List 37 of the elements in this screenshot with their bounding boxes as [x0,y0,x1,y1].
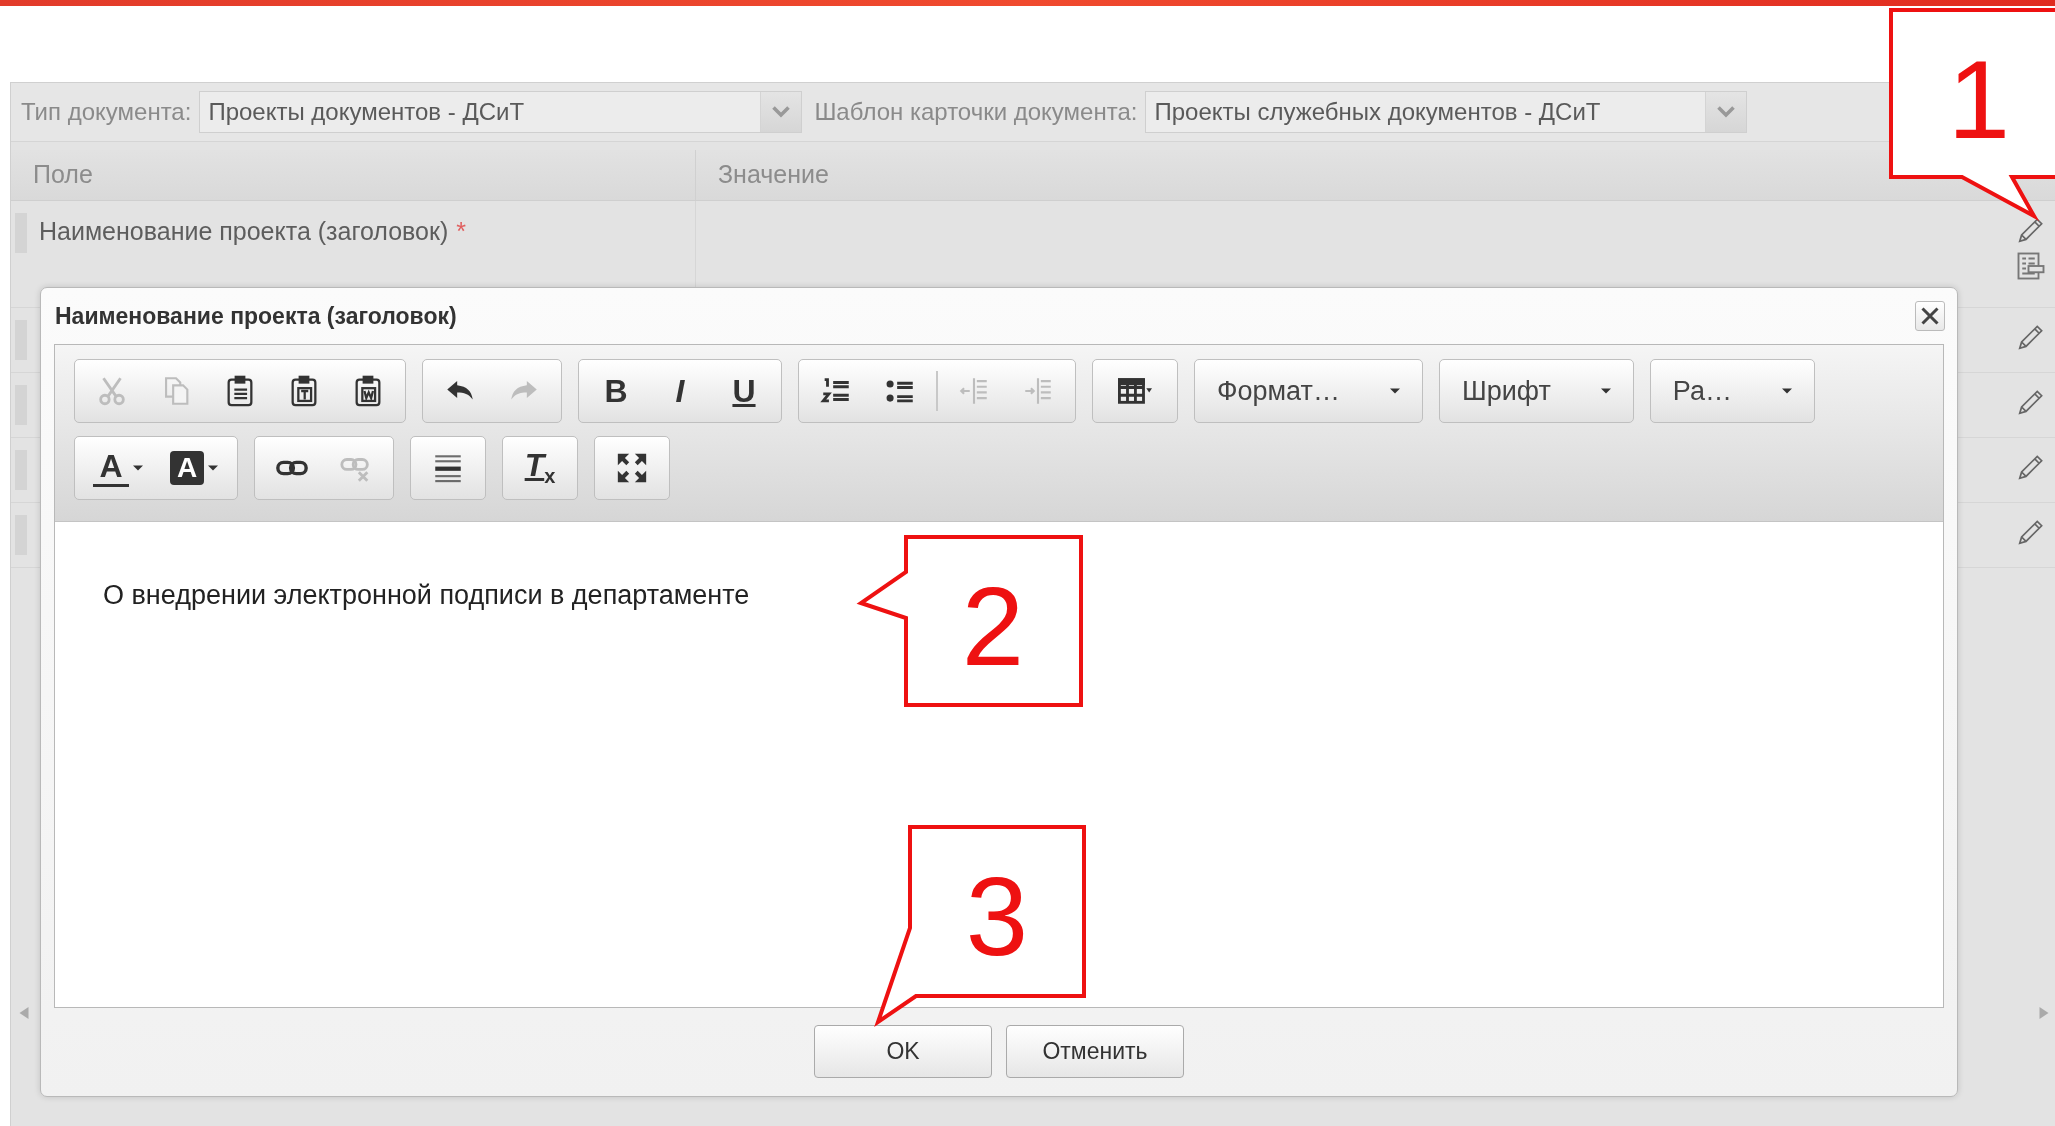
pencil-icon[interactable] [2016,517,2046,547]
underline-button[interactable]: U [712,363,776,419]
close-icon [1921,307,1939,325]
caret-icon [1781,386,1792,396]
document-type-dropdown[interactable]: Проекты документов - ДСиТ [199,91,803,133]
maximize-icon [615,451,649,485]
chevron-down-icon [1717,106,1736,118]
close-button[interactable] [1915,301,1945,331]
caret-icon [1389,386,1400,396]
step-number: 2 [961,564,1025,689]
dropdown[interactable]: Формат… [1194,359,1423,423]
caret-icon [1600,386,1611,396]
bold-button[interactable]: B [584,363,648,419]
field-name: Наименование проекта (заголовок) [39,216,449,246]
remove-format-button[interactable]: T$_{x}$ [508,440,572,496]
pencil-icon[interactable] [2016,322,2046,352]
caret-icon [208,463,218,473]
field-label: Тип документа: [21,98,192,126]
field-label: Шаблон карточки документа: [814,98,1138,126]
column-header: Поле [11,150,696,200]
caret-icon [133,463,143,473]
dialog-title: Наименование проекта (заголовок) [55,302,457,330]
italic-button[interactable]: I [648,363,712,419]
cancel-button[interactable]: Отменить [1006,1025,1184,1078]
pencil-icon[interactable] [2016,387,2046,417]
chevron-down-icon [772,106,791,118]
card-template-dropdown[interactable]: Проекты служебных документов - ДСиТ [1145,91,1748,133]
text-color-button[interactable]: A [80,440,156,496]
editor-text: О внедрении электронной подписи в департаменте [103,580,750,610]
form-list-icon[interactable] [2016,251,2046,281]
pencil-icon[interactable] [2016,452,2046,482]
dropdown[interactable]: Ра… [1649,359,1815,423]
ok-button[interactable]: OK [814,1025,992,1078]
dropdown[interactable]: Шрифт [1438,359,1634,423]
step-number: 3 [965,854,1029,979]
background-color-button[interactable]: A [156,440,232,496]
required-mark: * [456,216,467,246]
